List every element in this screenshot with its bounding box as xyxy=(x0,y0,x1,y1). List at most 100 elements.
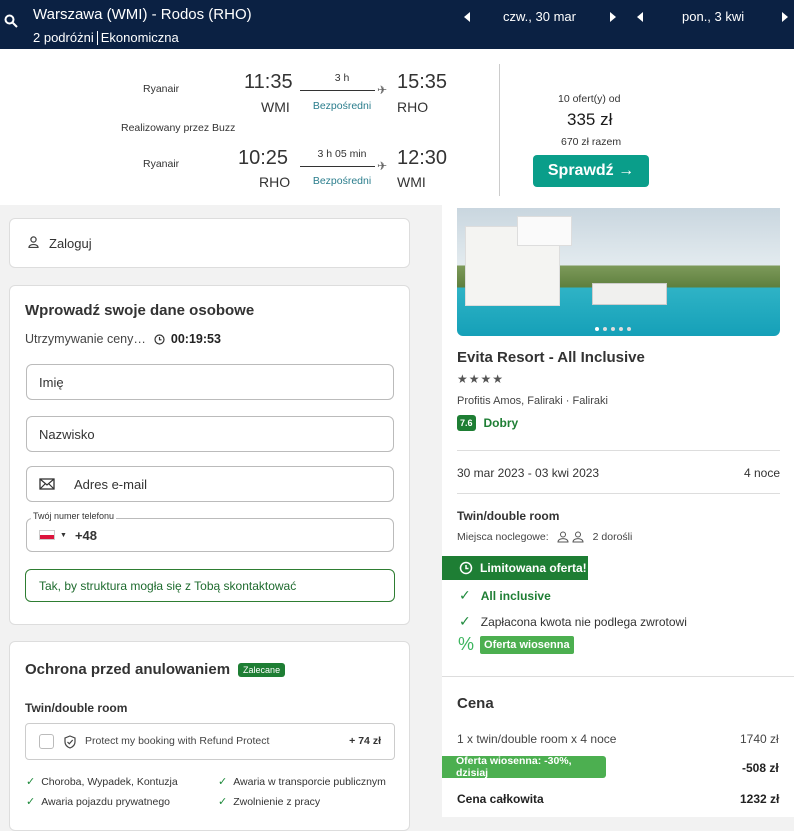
inbound-arr-code: WMI xyxy=(397,174,426,190)
plane-icon: ✈ xyxy=(377,83,388,97)
feature-item: ✓ Awaria pojazdu prywatnego xyxy=(26,795,171,809)
stay-nights: 4 noce xyxy=(744,466,781,480)
envelope-icon xyxy=(39,478,55,490)
travellers-summary[interactable]: 2 podróżni Ekonomiczna xyxy=(33,30,179,45)
booking-summary: Evita Resort - All Inclusive ★★★★ Profit… xyxy=(442,205,794,817)
inbound-dep-time: 10:25 xyxy=(238,147,289,169)
discount-badge: Oferta wiosenna: -30%, dzisiaj xyxy=(442,755,606,779)
price-title: Cena xyxy=(457,695,494,712)
carousel-dots[interactable] xyxy=(595,318,641,331)
beds-label: Miejsca noclegowe: xyxy=(457,531,549,543)
hotel-rating: 7.6 Dobry xyxy=(457,415,518,431)
check-icon: ✓ xyxy=(459,587,471,603)
prev-date-ret-icon[interactable] xyxy=(637,12,643,22)
divider xyxy=(499,64,500,196)
login-card[interactable]: Zaloguj xyxy=(9,218,410,268)
personal-data-card: Wprowadź swoje dane osobowe Utrzymywanie… xyxy=(9,285,410,625)
hotel-building xyxy=(592,283,667,305)
cabin-class: Ekonomiczna xyxy=(100,30,179,45)
route-line xyxy=(300,90,375,91)
feature-text: Awaria w transporcie publicznym xyxy=(233,775,386,788)
guests-icon xyxy=(557,531,584,543)
price-hold-timer: 00:19:53 xyxy=(170,332,221,346)
limited-offer-banner: Limitowana oferta! xyxy=(442,556,588,580)
outbound-stops: Bezpośredni xyxy=(312,100,372,112)
check-icon: ✓ xyxy=(26,796,36,808)
inbound-stops: Bezpośredni xyxy=(312,175,372,187)
price-hold: Utrzymywanie ceny… 00:19:53 xyxy=(25,332,221,346)
score-label: Dobry xyxy=(483,416,519,430)
percent-icon: % xyxy=(458,634,475,654)
price-hold-label: Utrzymywanie ceny… xyxy=(25,332,146,346)
all-inclusive-item: ✓ All inclusive xyxy=(459,587,551,604)
last-name-input[interactable]: Nazwisko xyxy=(26,416,394,452)
inbound-duration: 3 h 05 min xyxy=(317,148,367,160)
inbound-airline: Ryanair xyxy=(143,158,180,170)
feature-text: Awaria pojazdu prywatnego xyxy=(41,795,171,808)
refund-protect-price: + 74 zł xyxy=(349,735,381,747)
hotel-location: Profitis Amos, Faliraki · Faliraki xyxy=(457,395,608,407)
top-search-bar: Warszawa (WMI) - Rodos (RHO) 2 podróżni … xyxy=(0,0,794,49)
spring-offer-badge: Oferta wiosenna xyxy=(480,635,574,654)
guests-count: 2 dorośli xyxy=(592,531,633,543)
login-label: Zaloguj xyxy=(49,236,92,251)
discount-value: -508 zł xyxy=(742,761,779,775)
date-ret[interactable]: pon., 3 kwi xyxy=(682,9,744,24)
feature-text: Choroba, Wypadek, Kontuzja xyxy=(41,775,178,788)
inbound-arr-time: 12:30 xyxy=(397,147,448,169)
refund-protect-checkbox[interactable] xyxy=(39,734,54,749)
check-button[interactable]: Sprawdź → xyxy=(533,155,649,187)
hotel-photo[interactable] xyxy=(457,208,780,336)
next-date-out-icon[interactable] xyxy=(610,12,616,22)
phone-label: Twój numer telefonu xyxy=(31,511,117,521)
cancellation-title: Ochrona przed anulowaniem xyxy=(25,661,231,678)
all-inclusive-text: All inclusive xyxy=(480,588,551,603)
inbound-dep-code: RHO xyxy=(259,174,291,190)
prev-date-out-icon[interactable] xyxy=(464,12,470,22)
cancellation-card: Ochrona przed anulowaniem Zalecane Twin/… xyxy=(9,641,410,831)
feature-item: ✓ Choroba, Wypadek, Kontuzja xyxy=(26,775,178,789)
clock-icon xyxy=(459,561,473,575)
poland-flag-icon[interactable] xyxy=(39,530,55,540)
total-value: 1232 zł xyxy=(740,792,780,806)
divider xyxy=(96,30,98,45)
phone-prefix: +48 xyxy=(74,527,97,543)
cancellation-header: Ochrona przed anulowaniem Zalecane xyxy=(25,661,286,678)
feature-item: ✓ Awaria w transporcie publicznym xyxy=(218,775,386,789)
divider xyxy=(457,493,780,494)
date-out[interactable]: czw., 30 mar xyxy=(503,9,576,24)
email-placeholder: Adres e-mail xyxy=(74,476,147,492)
route-title[interactable]: Warszawa (WMI) - Rodos (RHO) xyxy=(33,6,252,23)
refund-protect-option[interactable]: Protect my booking with Refund Protect +… xyxy=(25,723,395,760)
check-icon: ✓ xyxy=(26,776,36,788)
email-input[interactable]: Adres e-mail xyxy=(26,466,394,502)
stay-dates: 30 mar 2023 - 03 kwi 2023 xyxy=(457,466,600,480)
outbound-dep-time: 11:35 xyxy=(244,71,293,93)
price-line-value: 1740 zł xyxy=(740,732,779,746)
next-date-ret-icon[interactable] xyxy=(782,12,788,22)
outbound-duration: 3 h xyxy=(334,72,350,84)
room-occupancy: Miejsca noclegowe: 2 dorośli xyxy=(457,531,632,543)
hotel-building xyxy=(517,216,572,246)
clock-icon xyxy=(154,333,165,345)
limited-offer-text: Limitowana oferta! xyxy=(480,561,587,575)
phone-input[interactable]: Twój numer telefonu ▼ +48 xyxy=(26,511,394,552)
phone-tooltip: Tak, by struktura mogła się z Tobą skont… xyxy=(25,569,395,602)
first-name-input[interactable]: Imię xyxy=(26,364,394,400)
room-type: Twin/double room xyxy=(457,509,560,523)
nonrefundable-item: ✓ Zapłacona kwota nie podlega zwrotowi xyxy=(459,613,687,630)
route-line xyxy=(300,166,375,167)
feature-text: Zwolnienie z pracy xyxy=(233,795,321,808)
divider xyxy=(457,450,780,451)
hotel-stars: ★★★★ xyxy=(457,372,505,386)
spring-offer-item: % Oferta wiosenna xyxy=(458,634,574,655)
outbound-arr-code: RHO xyxy=(397,99,429,115)
plane-icon: ✈ xyxy=(377,159,388,173)
recommended-badge: Zalecane xyxy=(238,662,286,677)
offer-count: 10 ofert(y) od xyxy=(558,93,621,105)
hotel-name[interactable]: Evita Resort - All Inclusive xyxy=(457,349,645,366)
total-label: Cena całkowita xyxy=(457,792,544,806)
chevron-down-icon[interactable]: ▼ xyxy=(60,532,67,539)
outbound-dep-code: WMI xyxy=(261,99,290,115)
search-icon[interactable] xyxy=(4,14,18,28)
